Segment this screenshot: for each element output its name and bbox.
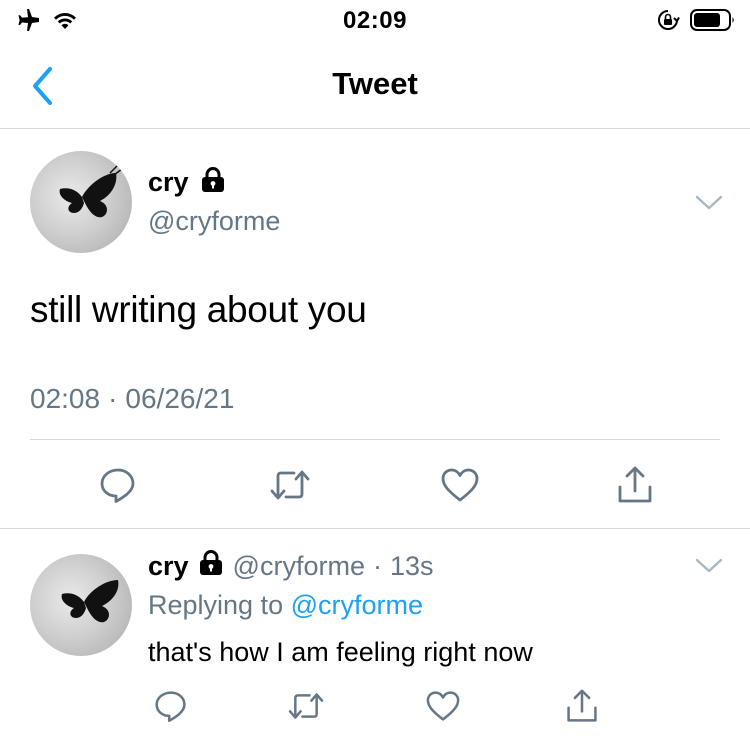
tweet-text: still writing about you [30,289,367,330]
share-button[interactable] [561,686,603,726]
reply-button[interactable] [150,686,192,726]
tweet-date: 06/26/21 [125,383,235,414]
replying-to: Replying to @cryforme [148,590,423,621]
lock-icon [199,167,227,198]
page-title: Tweet [332,66,418,101]
display-name[interactable]: cry [148,551,189,582]
retweet-icon [270,470,310,500]
nav-bar: Tweet [0,42,750,129]
share-icon [618,466,652,503]
tweet-time: 02:08 [30,383,101,414]
avatar[interactable] [30,554,132,656]
main-tweet: cry @cryforme still writing about you 02… [0,129,750,529]
replying-to-label: Replying to [148,590,284,620]
butterfly-icon [59,164,123,218]
reply-tweet[interactable]: cry @cryforme · 13s Replying to @cryform… [0,530,750,738]
user-handle[interactable]: @cryforme [233,551,365,582]
battery-icon [690,8,736,37]
reply-icon [155,691,186,723]
mention-link[interactable]: @cryforme [291,590,423,620]
tweet-text: that's how I am feeling right now [148,637,533,667]
lock-icon [197,550,225,583]
action-bar [0,686,750,726]
retweet-button[interactable] [269,465,311,505]
reply-icon [100,468,135,503]
butterfly-icon [61,580,119,623]
action-bar [0,465,750,505]
reply-button[interactable] [97,465,139,505]
meta-separator: · [372,551,382,581]
tweet-timestamp: 02:08 · 06/26/21 [30,383,234,415]
share-icon [567,689,597,722]
status-bar: 02:09 [0,0,750,42]
like-button[interactable] [439,465,481,505]
tweet-age: 13s [389,551,434,581]
status-time: 02:09 [343,7,407,34]
chevron-down-icon [695,195,723,210]
share-button[interactable] [614,465,656,505]
avatar[interactable] [30,151,132,253]
more-options-button[interactable] [694,556,724,576]
retweet-button[interactable] [285,686,327,726]
display-name[interactable]: cry [148,167,189,198]
divider [30,439,720,440]
retweet-icon [288,693,324,719]
more-options-button[interactable] [694,193,724,213]
like-button[interactable] [422,686,464,726]
like-icon [441,468,479,502]
user-handle[interactable]: @cryforme [148,206,280,237]
like-icon [426,691,460,721]
meta-separator: · [108,383,118,414]
chevron-down-icon [695,558,723,573]
orientation-lock-icon [656,8,680,37]
